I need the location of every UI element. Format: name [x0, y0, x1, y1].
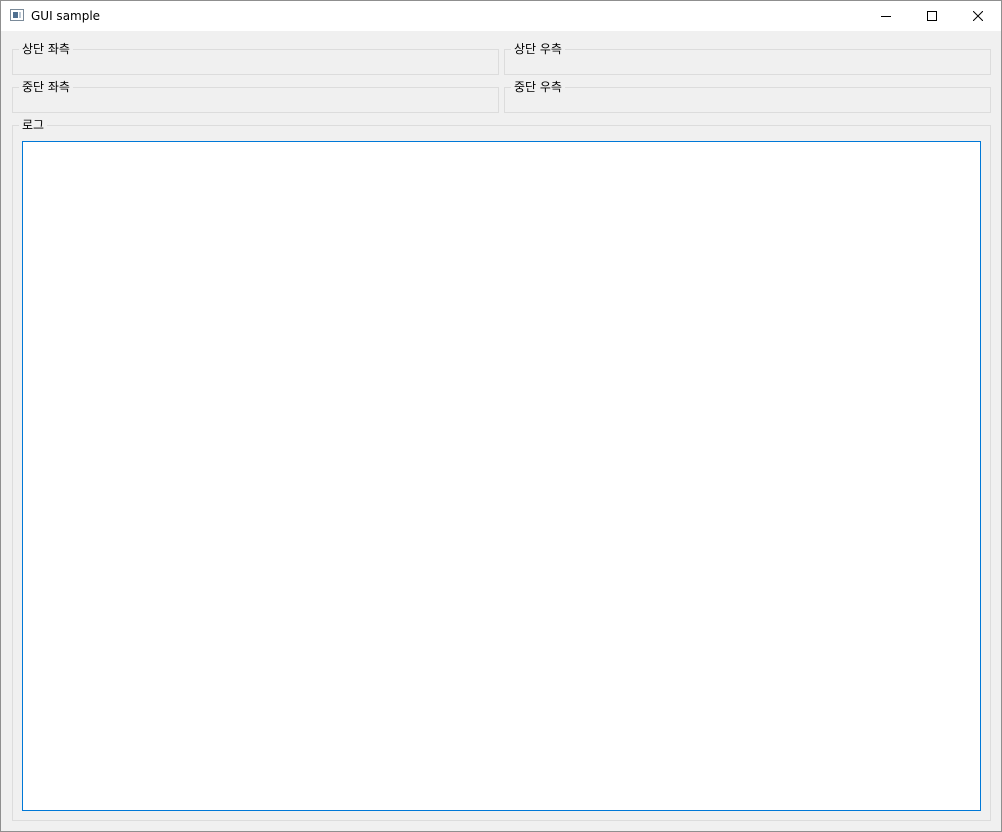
group-top-right: 상단 우측 — [504, 42, 991, 75]
close-button[interactable] — [955, 1, 1001, 31]
group-mid-left-label: 중단 좌측 — [22, 80, 70, 94]
group-top-left: 상단 좌측 — [12, 42, 499, 75]
minimize-icon — [881, 16, 891, 17]
group-top-right-label: 상단 우측 — [514, 42, 562, 56]
app-window: GUI sample 상단 좌측 상단 우측 중단 좌측 중단 우측 로그 — [0, 0, 1002, 832]
window-title: GUI sample — [31, 9, 101, 23]
group-mid-left: 중단 좌측 — [12, 80, 499, 113]
log-textarea[interactable] — [22, 141, 981, 811]
maximize-icon — [927, 11, 937, 21]
group-log-label: 로그 — [22, 118, 45, 132]
minimize-button[interactable] — [863, 1, 909, 31]
group-mid-right: 중단 우측 — [504, 80, 991, 113]
group-top-left-label: 상단 좌측 — [22, 42, 70, 56]
group-mid-right-label: 중단 우측 — [514, 80, 562, 94]
maximize-button[interactable] — [909, 1, 955, 31]
app-window-icon — [10, 9, 24, 21]
title-bar[interactable]: GUI sample — [1, 1, 1001, 31]
close-icon — [973, 11, 983, 21]
